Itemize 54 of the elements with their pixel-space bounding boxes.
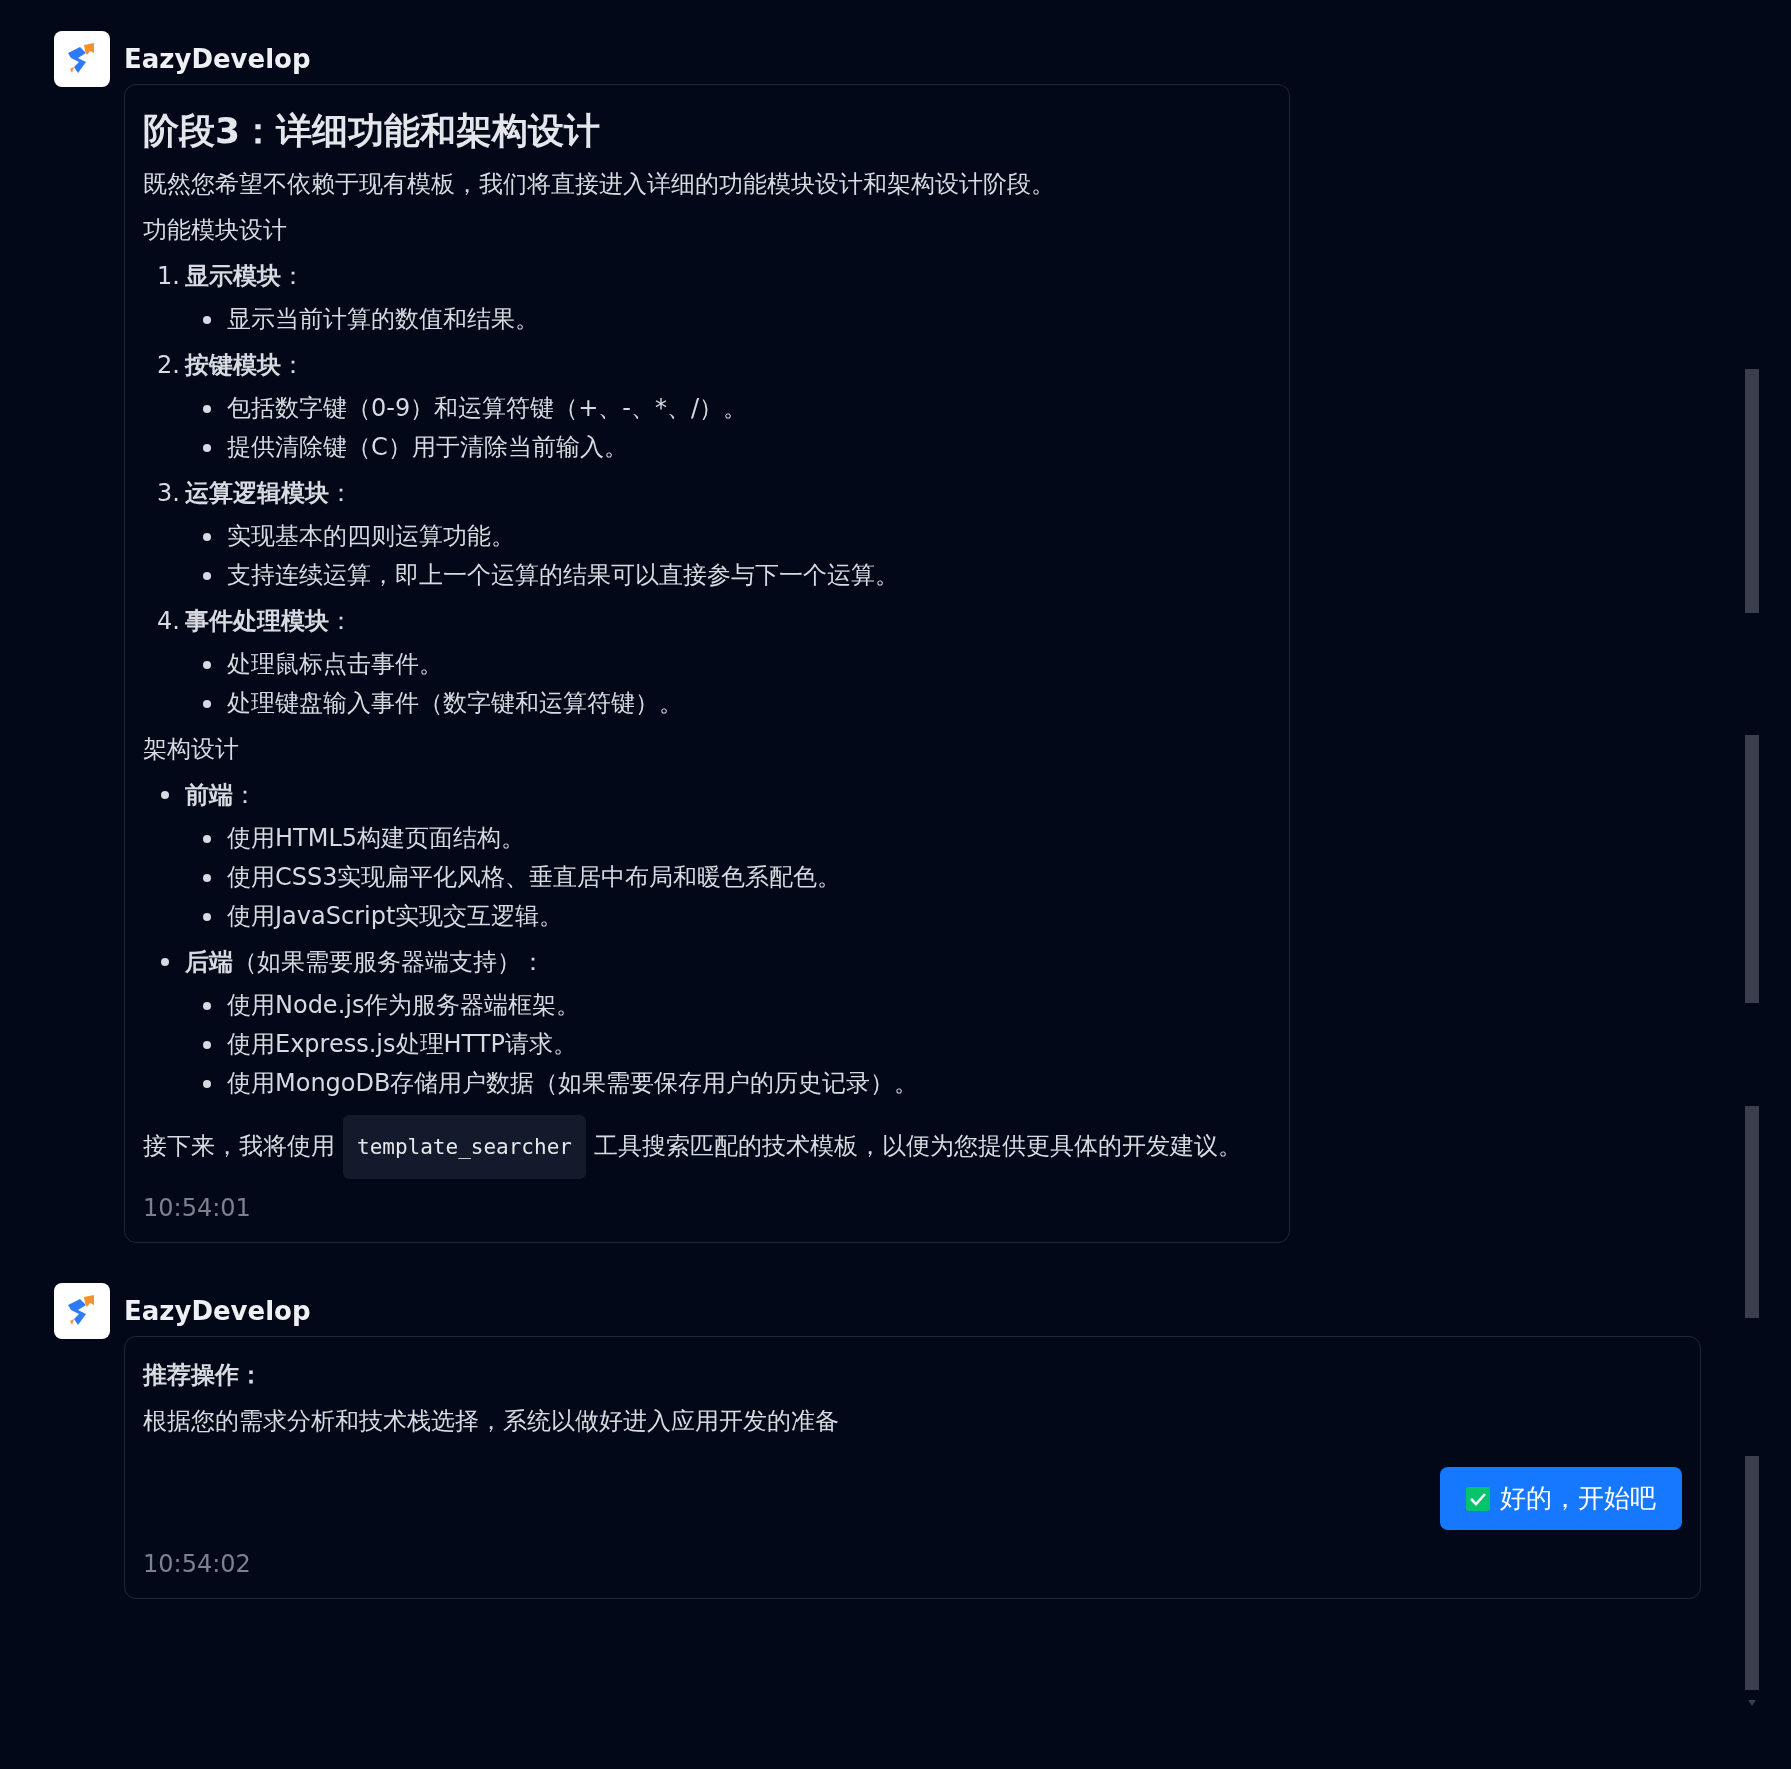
bullet-icon [203,699,211,708]
list-item-text: 使用MongoDB存储用户数据（如果需要保存用户的历史记录）。 [227,1068,919,1099]
list-number: 3. [157,478,181,509]
list-item-label: 事件处理模块： [185,606,353,637]
message-title: 阶段3：详细功能和架构设计 [143,109,602,153]
section-heading: 架构设计 [143,734,240,765]
list-item-text: 使用CSS3实现扁平化风格、垂直居中布局和暖色系配色。 [227,862,842,893]
bullet-icon [203,532,211,541]
sender-name: EazyDevelop [124,44,311,74]
list-item-text: 提供清除键（C）用于清除当前输入。 [227,432,628,463]
action-text: 根据您的需求分析和技术栈选择，系统以做好进入应用开发的准备 [143,1406,840,1437]
bullet-icon [161,958,169,966]
timestamp: 10:54:01 [143,1194,252,1222]
bullet-icon [203,1079,211,1088]
code-snippet: template_searcher [343,1115,586,1179]
bullet-icon [161,791,169,799]
bullet-icon [203,571,211,580]
list-item-text: 支持连续运算，即上一个运算的结果可以直接参与下一个运算。 [227,560,899,591]
bullet-icon [203,834,211,843]
action-heading: 推荐操作： [143,1360,264,1391]
list-item-text: 使用Node.js作为服务器端框架。 [227,990,581,1021]
bullet-icon [203,443,211,452]
bullet-icon [203,315,211,324]
bullet-icon [203,912,211,921]
app-logo-icon [54,31,110,87]
bullet-icon [203,1040,211,1049]
list-item-text: 实现基本的四则运算功能。 [227,521,515,552]
list-number: 2. [157,350,181,381]
list-item-text: 处理键盘输入事件（数字键和运算符键）。 [227,688,683,719]
bullet-icon [203,1001,211,1010]
list-item-text: 使用Express.js处理HTTP请求。 [227,1029,577,1060]
list-item-label: 按键模块： [185,350,305,381]
list-item-text: 显示当前计算的数值和结果。 [227,304,539,335]
list-item-label: 显示模块： [185,261,305,292]
bullet-icon [203,404,211,413]
bullet-icon [203,873,211,882]
bullet-icon [203,660,211,669]
list-item-label: 后端（如果需要服务器端支持）： [185,947,545,978]
list-item-text: 包括数字键（0-9）和运算符键（+、-、*、/）。 [227,393,748,424]
timestamp: 10:54:02 [143,1550,252,1578]
sender-name: EazyDevelop [124,1296,311,1326]
app-logo-icon [54,1283,110,1339]
list-item-text: 处理鼠标点击事件。 [227,649,443,680]
list-item-text: 使用JavaScript实现交互逻辑。 [227,901,564,932]
list-number: 4. [157,606,181,637]
closing-text: 接下来，我将使用 template_searcher 工具搜索匹配的技术模板，以便为您提供更具体的开发建议。 [143,1113,1271,1180]
confirm-button[interactable]: 好的，开始吧 [1440,1467,1682,1530]
section-heading: 功能模块设计 [143,215,288,246]
list-item-text: 使用HTML5构建页面结构。 [227,823,526,854]
intro-text: 既然您希望不依赖于现有模板，我们将直接进入详细的功能模块设计和架构设计阶段。 [143,169,1056,200]
checkbox-icon [1466,1486,1490,1511]
list-number: 1. [157,261,181,292]
list-item-label: 运算逻辑模块： [185,478,353,509]
list-item-label: 前端： [185,780,257,811]
